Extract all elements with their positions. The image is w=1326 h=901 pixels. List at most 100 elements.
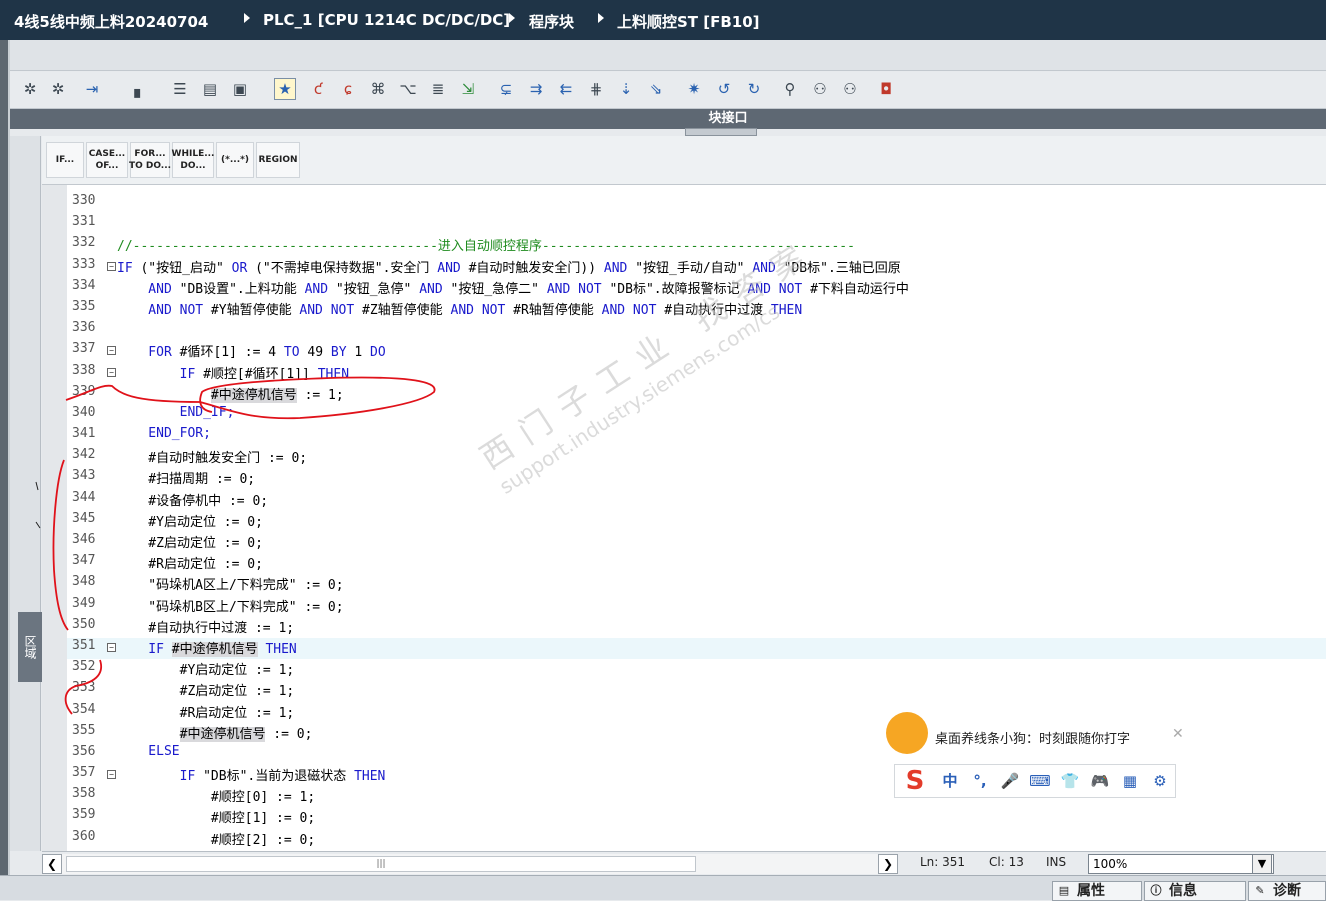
code-line[interactable]: 353 #Z启动定位 := 1; xyxy=(67,680,1326,701)
tab-diagnostics[interactable]: ✎ 诊断 xyxy=(1248,881,1326,901)
interface-splitter[interactable] xyxy=(685,128,757,136)
code-text: IF ("按钮_启动" OR ("不需掉电保持数据".安全门 AND #自动时触… xyxy=(117,257,901,276)
fold-toggle-icon[interactable]: − xyxy=(107,367,116,377)
comment-block-button[interactable]: (*...*) xyxy=(216,142,254,178)
for-button[interactable]: FOR... TO DO... xyxy=(129,142,171,178)
code-line[interactable]: 341 END_FOR; xyxy=(67,426,1326,447)
code-line[interactable]: 351 − IF #中途停机信号 THEN xyxy=(67,637,1326,660)
case-button[interactable]: CASE... OF... xyxy=(86,142,128,178)
code-line[interactable]: 332 //-----------------------------------… xyxy=(67,235,1326,256)
remove-breakpoint-icon[interactable]: ƈ xyxy=(308,79,328,99)
ime-voice-icon[interactable]: 🎤 xyxy=(999,770,1021,792)
monitor-off-icon[interactable]: ↻ xyxy=(744,79,764,99)
fold-toggle-icon[interactable]: − xyxy=(107,642,116,652)
search-icon[interactable]: ⚲ xyxy=(780,79,800,99)
code-line[interactable]: 340 END_IF; xyxy=(67,405,1326,426)
insert-row-icon[interactable]: ⇥ xyxy=(82,79,102,99)
next-bookmark-icon[interactable]: ⇘ xyxy=(646,79,666,99)
code-line[interactable]: 352 #Y启动定位 := 1; xyxy=(67,659,1326,680)
line-number: 357 xyxy=(72,765,96,781)
breadcrumb-block[interactable]: 上料顺控ST [FB10] xyxy=(617,11,760,32)
favorite-icon[interactable]: ★ xyxy=(274,78,296,100)
line-number: 339 xyxy=(72,383,96,399)
expand-icon[interactable]: ⇉ xyxy=(526,79,546,99)
zoom-select[interactable]: 100% xyxy=(1088,854,1274,874)
code-token: AND NOT xyxy=(117,302,211,318)
breakpoint-icon[interactable]: ɕ xyxy=(338,79,358,99)
fold-toggle-icon[interactable]: − xyxy=(107,770,116,780)
comment-icon[interactable]: ≣ xyxy=(428,79,448,99)
goto-icon[interactable]: ⋕ xyxy=(586,79,606,99)
code-line[interactable]: 343 #扫描周期 := 0; xyxy=(67,468,1326,489)
code-line[interactable]: 330 xyxy=(67,193,1326,214)
bookmark-icon[interactable]: ⇇ xyxy=(556,79,576,99)
region-button[interactable]: REGION xyxy=(256,142,300,178)
fold-toggle-icon[interactable]: − xyxy=(107,261,116,271)
code-line[interactable]: 337 − FOR #循环[1] := 4 TO 49 BY 1 DO xyxy=(67,341,1326,362)
if-button[interactable]: IF... xyxy=(46,142,84,178)
monitor-icon[interactable]: ▣ xyxy=(230,79,250,99)
code-token: "按钮_手动/自动" xyxy=(635,260,753,276)
ime-keyboard-icon[interactable]: ⌨ xyxy=(1029,770,1051,792)
block-interface-bar[interactable]: 块接口 xyxy=(10,109,1326,129)
code-line[interactable]: 359 #顺控[1] := 0; xyxy=(67,807,1326,828)
code-line[interactable]: 335 AND NOT #Y轴暂停使能 AND NOT #Z轴暂停使能 AND … xyxy=(67,299,1326,320)
code-line[interactable]: 338 − IF #顺控[#循环[1]] THEN xyxy=(67,363,1326,384)
code-line[interactable]: 334 AND "DB设置".上料功能 AND "按钮_急停" AND "按钮_… xyxy=(67,278,1326,299)
monitor-on-icon[interactable]: ↺ xyxy=(714,79,734,99)
tab-properties[interactable]: ▤ 属性 xyxy=(1052,881,1142,901)
code-line[interactable]: 350 #自动执行中过渡 := 1; xyxy=(67,617,1326,638)
code-line[interactable]: 336 xyxy=(67,320,1326,341)
horizontal-scrollbar[interactable]: ❮ ||| ❯ xyxy=(42,854,898,874)
scrollbar-thumb[interactable]: ||| xyxy=(66,856,696,872)
breadcrumb-project[interactable]: 4线5线中频上料20240704 xyxy=(14,11,208,32)
breadcrumb-plc[interactable]: PLC_1 [CPU 1214C DC/DC/DC] xyxy=(263,11,510,29)
code-line[interactable]: 333 − IF ("按钮_启动" OR ("不需掉电保持数据".安全门 AND #… xyxy=(67,257,1326,278)
ime-skin-icon[interactable]: 👕 xyxy=(1059,770,1081,792)
sogou-logo-icon[interactable]: S xyxy=(897,766,933,796)
while-button[interactable]: WHILE... DO... xyxy=(172,142,214,178)
prev-bookmark-icon[interactable]: ⇣ xyxy=(616,79,636,99)
code-line[interactable]: 349 "码垛机B区上/下料完成" := 0; xyxy=(67,596,1326,617)
outdent-icon[interactable]: ⌥ xyxy=(398,79,418,99)
breadcrumb-program-blocks[interactable]: 程序块 xyxy=(529,11,574,32)
tab-info[interactable]: ⓘ 信息 xyxy=(1144,881,1246,901)
ime-punctuation-icon[interactable]: °, xyxy=(969,770,991,792)
scroll-left-icon[interactable]: ❮ xyxy=(42,854,62,874)
table-icon[interactable]: ▤ xyxy=(200,79,220,99)
db-icon[interactable]: ◘ xyxy=(876,79,896,99)
code-token: THEN xyxy=(770,302,803,318)
code-line[interactable]: 344 #设备停机中 := 0; xyxy=(67,490,1326,511)
code-line[interactable]: 346 #Z启动定位 := 0; xyxy=(67,532,1326,553)
code-token: #Y启动定位 := 0; xyxy=(117,514,263,530)
ime-chinese-mode[interactable]: 中 xyxy=(939,770,961,792)
code-text: #R启动定位 := 0; xyxy=(117,553,263,572)
ime-apps-icon[interactable]: ▦ xyxy=(1119,770,1141,792)
line-number: 340 xyxy=(72,404,96,420)
chevron-down-icon[interactable]: ▼ xyxy=(1252,854,1272,874)
collapse-icon[interactable]: ⊊ xyxy=(496,79,516,99)
delete-network-icon[interactable]: ✲ xyxy=(48,79,68,99)
ime-game-icon[interactable]: 🎮 xyxy=(1089,770,1111,792)
code-line[interactable]: 348 "码垛机A区上/下料完成" := 0; xyxy=(67,574,1326,595)
code-line[interactable]: 360 #顺控[2] := 0; xyxy=(67,829,1326,850)
indent-icon[interactable]: ⌘ xyxy=(368,79,388,99)
code-line[interactable]: 347 #R启动定位 := 0; xyxy=(67,553,1326,574)
insert-network-icon[interactable]: ✲ xyxy=(20,79,40,99)
compare-offline-icon[interactable]: ⚇ xyxy=(840,79,860,99)
compare-online-icon[interactable]: ⚇ xyxy=(810,79,830,99)
region-tab[interactable]: 区域 xyxy=(18,612,42,682)
code-line[interactable]: 339 #中途停机信号 := 1; xyxy=(67,384,1326,405)
ime-settings-icon[interactable]: ⚙ xyxy=(1149,770,1171,792)
compare-icon[interactable]: ✷ xyxy=(684,79,704,99)
close-icon[interactable]: ✕ xyxy=(1172,726,1184,742)
insert-blank-icon[interactable]: ▖ xyxy=(130,79,150,99)
code-line[interactable]: 331 xyxy=(67,214,1326,235)
uncomment-icon[interactable]: ⇲ xyxy=(458,79,478,99)
code-line[interactable]: 345 #Y启动定位 := 0; xyxy=(67,511,1326,532)
code-line[interactable]: 342 #自动时触发安全门 := 0; xyxy=(67,447,1326,468)
scroll-right-icon[interactable]: ❯ xyxy=(878,854,898,874)
list-icon[interactable]: ☰ xyxy=(170,79,190,99)
code-text: AND NOT #Y轴暂停使能 AND NOT #Z轴暂停使能 AND NOT … xyxy=(117,299,802,318)
fold-toggle-icon[interactable]: − xyxy=(107,346,116,356)
